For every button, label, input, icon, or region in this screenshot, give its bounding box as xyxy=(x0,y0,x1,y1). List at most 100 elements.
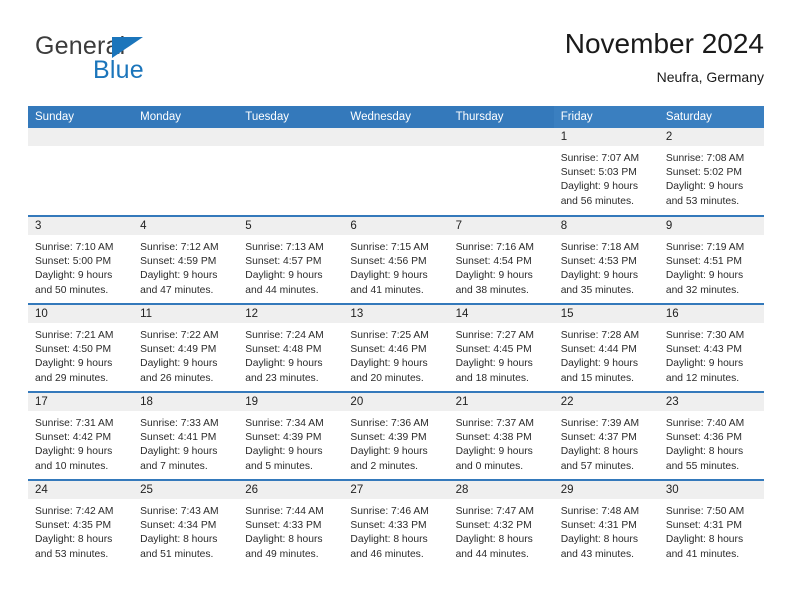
day-details: Sunrise: 7:37 AM Sunset: 4:38 PM Daylight:… xyxy=(449,411,554,474)
page-title: November 2024 xyxy=(564,28,764,59)
sunset-time: Sunset: 4:39 PM xyxy=(350,432,427,444)
calendar-day-cell[interactable]: 25 Sunrise: 7:43 AM Sunset: 4:34 PM Dayligh… xyxy=(133,479,239,568)
calendar-day-cell[interactable]: 28 Sunrise: 7:47 AM Sunset: 4:32 PM Dayligh… xyxy=(448,479,554,568)
day-details: Sunrise: 7:27 AM Sunset: 4:45 PM Daylight:… xyxy=(449,323,554,386)
calendar-day-cell[interactable]: 12 Sunrise: 7:24 AM Sunset: 4:48 PM Dayligh… xyxy=(238,303,344,392)
day-number: 2 xyxy=(658,128,764,146)
day-number: 17 xyxy=(28,394,134,411)
calendar-day-cell[interactable]: 26 Sunrise: 7:44 AM Sunset: 4:33 PM Dayligh… xyxy=(238,479,344,568)
sunset-time: Sunset: 4:57 PM xyxy=(245,256,322,268)
calendar-day-cell[interactable]: 3 Sunrise: 7:10 AM Sunset: 5:00 PM Daylight… xyxy=(28,215,134,304)
day-number: 4 xyxy=(133,218,239,235)
sunset-time: Sunset: 4:39 PM xyxy=(245,432,322,444)
day-number: 5 xyxy=(238,218,344,235)
day-number: 22 xyxy=(553,394,659,411)
calendar-day-cell[interactable]: 11 Sunrise: 7:22 AM Sunset: 4:49 PM Dayligh… xyxy=(133,303,239,392)
calendar-day-cell[interactable]: 22 Sunrise: 7:39 AM Sunset: 4:37 PM Dayligh… xyxy=(553,391,659,480)
daylight-duration-line1: Daylight: 9 hours xyxy=(560,181,638,193)
sunrise-time: Sunrise: 7:30 AM xyxy=(665,330,745,341)
calendar-day-cell[interactable]: 16 Sunrise: 7:30 AM Sunset: 4:43 PM Dayligh… xyxy=(658,303,764,392)
sunset-time: Sunset: 4:33 PM xyxy=(350,520,427,532)
calendar-day-cell[interactable]: 21 Sunrise: 7:37 AM Sunset: 4:38 PM Dayligh… xyxy=(448,391,554,480)
daylight-duration-line2: and 53 minutes. xyxy=(35,548,109,560)
sunrise-sunset-calendar: Sunday Monday Tuesday Wednesday Thursday Frid… xyxy=(28,106,764,568)
day-details: Sunrise: 7:46 AM Sunset: 4:33 PM Daylight:… xyxy=(343,499,448,562)
calendar-day-cell[interactable]: 18 Sunrise: 7:33 AM Sunset: 4:41 PM Dayligh… xyxy=(133,391,239,480)
daylight-duration-line1: Daylight: 9 hours xyxy=(350,358,428,370)
calendar-page: General Blue November 2024 Neufra, Germa… xyxy=(0,0,792,612)
daylight-duration-line1: Daylight: 9 hours xyxy=(245,270,323,282)
day-number: 29 xyxy=(553,482,659,499)
calendar-day-cell[interactable]: 4 Sunrise: 7:12 AM Sunset: 4:59 PM Daylight… xyxy=(133,215,239,304)
calendar-day-cell[interactable]: 19 Sunrise: 7:34 AM Sunset: 4:39 PM Dayligh… xyxy=(238,391,344,480)
calendar-day-cell[interactable]: 23 Sunrise: 7:40 AM Sunset: 4:36 PM Dayligh… xyxy=(658,391,764,480)
day-details: Sunrise: 7:31 AM Sunset: 4:42 PM Daylight:… xyxy=(28,411,133,474)
sunset-time: Sunset: 4:41 PM xyxy=(140,432,217,444)
sunrise-time: Sunrise: 7:36 AM xyxy=(350,418,429,429)
calendar-day-cell[interactable]: 7 Sunrise: 7:16 AM Sunset: 4:54 PM Daylight… xyxy=(448,215,554,304)
daylight-duration-line1: Daylight: 9 hours xyxy=(140,446,218,458)
day-details: Sunrise: 7:15 AM Sunset: 4:56 PM Daylight:… xyxy=(343,235,448,298)
brand-logo[interactable]: General Blue xyxy=(35,34,265,96)
calendar-day-cell[interactable]: 10 Sunrise: 7:21 AM Sunset: 4:50 PM Dayligh… xyxy=(28,303,134,392)
calendar-day-cell[interactable]: 6 Sunrise: 7:15 AM Sunset: 4:56 PM Daylight… xyxy=(343,215,449,304)
calendar-day-cell[interactable]: 27 Sunrise: 7:46 AM Sunset: 4:33 PM Dayligh… xyxy=(343,479,449,568)
page-header: General Blue November 2024 Neufra, Germa… xyxy=(28,28,764,98)
day-number: 25 xyxy=(133,482,239,499)
day-number: 13 xyxy=(343,306,449,323)
sunset-time: Sunset: 4:48 PM xyxy=(245,344,322,356)
day-details: Sunrise: 7:10 AM Sunset: 5:00 PM Daylight:… xyxy=(28,235,133,298)
sunrise-time: Sunrise: 7:48 AM xyxy=(560,506,640,517)
day-details: Sunrise: 7:07 AM Sunset: 5:03 PM Daylight:… xyxy=(554,146,659,209)
sunrise-time: Sunrise: 7:21 AM xyxy=(35,330,114,341)
calendar-day-cell[interactable]: 20 Sunrise: 7:36 AM Sunset: 4:39 PM Dayligh… xyxy=(343,391,449,480)
calendar-day-cell[interactable]: 2 Sunrise: 7:08 AM Sunset: 5:02 PM Daylight… xyxy=(658,128,764,216)
calendar-day-cell[interactable]: 9 Sunrise: 7:19 AM Sunset: 4:51 PM Daylight… xyxy=(658,215,764,304)
day-number: 7 xyxy=(448,218,554,235)
sunrise-time: Sunrise: 7:37 AM xyxy=(455,418,534,429)
daylight-duration-line2: and 26 minutes. xyxy=(140,372,214,384)
daylight-duration-line1: Daylight: 9 hours xyxy=(140,358,218,370)
calendar-day-cell[interactable]: 14 Sunrise: 7:27 AM Sunset: 4:45 PM Dayligh… xyxy=(448,303,554,392)
calendar-day-cell[interactable]: 8 Sunrise: 7:18 AM Sunset: 4:53 PM Daylight… xyxy=(553,215,659,304)
day-number: 8 xyxy=(553,218,659,235)
daylight-duration-line1: Daylight: 9 hours xyxy=(350,446,428,458)
calendar-cell-empty xyxy=(448,128,554,216)
sunrise-time: Sunrise: 7:40 AM xyxy=(665,418,745,429)
sunrise-time: Sunrise: 7:27 AM xyxy=(455,330,534,341)
daylight-duration-line2: and 56 minutes. xyxy=(560,195,634,207)
sunset-time: Sunset: 4:34 PM xyxy=(140,520,217,532)
calendar-day-cell[interactable]: 24 Sunrise: 7:42 AM Sunset: 4:35 PM Dayligh… xyxy=(28,479,134,568)
day-number: 16 xyxy=(658,306,764,323)
daylight-duration-line2: and 44 minutes. xyxy=(245,284,319,296)
calendar-day-cell[interactable]: 15 Sunrise: 7:28 AM Sunset: 4:44 PM Dayligh… xyxy=(553,303,659,392)
calendar-day-cell[interactable]: 1 Sunrise: 7:07 AM Sunset: 5:03 PM Daylight… xyxy=(553,128,659,216)
daylight-duration-line2: and 32 minutes. xyxy=(665,284,740,296)
calendar-day-cell[interactable]: 13 Sunrise: 7:25 AM Sunset: 4:46 PM Dayligh… xyxy=(343,303,449,392)
day-number: 23 xyxy=(658,394,764,411)
weekday-header-row: Sunday Monday Tuesday Wednesday Thursday Frid… xyxy=(28,106,764,128)
daylight-duration-line2: and 41 minutes. xyxy=(350,284,424,296)
calendar-day-cell[interactable]: 5 Sunrise: 7:13 AM Sunset: 4:57 PM Daylight… xyxy=(238,215,344,304)
sunrise-time: Sunrise: 7:22 AM xyxy=(140,330,219,341)
day-number-band xyxy=(28,128,134,146)
sunrise-time: Sunrise: 7:08 AM xyxy=(665,153,745,164)
day-number: 9 xyxy=(658,218,764,235)
daylight-duration-line2: and 50 minutes. xyxy=(35,284,109,296)
sunrise-time: Sunrise: 7:50 AM xyxy=(665,506,745,517)
daylight-duration-line2: and 35 minutes. xyxy=(560,284,634,296)
daylight-duration-line2: and 0 minutes. xyxy=(455,460,524,472)
sunset-time: Sunset: 4:54 PM xyxy=(455,256,532,268)
daylight-duration-line2: and 53 minutes. xyxy=(665,195,740,207)
calendar-day-cell[interactable]: 17 Sunrise: 7:31 AM Sunset: 4:42 PM Dayligh… xyxy=(28,391,134,480)
day-details: Sunrise: 7:21 AM Sunset: 4:50 PM Daylight:… xyxy=(28,323,133,386)
sunrise-time: Sunrise: 7:07 AM xyxy=(560,153,640,164)
sunset-time: Sunset: 4:36 PM xyxy=(665,432,742,444)
sunset-time: Sunset: 4:31 PM xyxy=(560,520,637,532)
calendar-day-cell[interactable]: 29 Sunrise: 7:48 AM Sunset: 4:31 PM Dayligh… xyxy=(553,479,659,568)
day-details: Sunrise: 7:42 AM Sunset: 4:35 PM Daylight:… xyxy=(28,499,133,562)
sunrise-time: Sunrise: 7:19 AM xyxy=(665,242,745,253)
sunset-time: Sunset: 4:44 PM xyxy=(560,344,637,356)
calendar-day-cell[interactable]: 30 Sunrise: 7:50 AM Sunset: 4:31 PM Dayligh… xyxy=(658,479,764,568)
daylight-duration-line1: Daylight: 9 hours xyxy=(140,270,218,282)
